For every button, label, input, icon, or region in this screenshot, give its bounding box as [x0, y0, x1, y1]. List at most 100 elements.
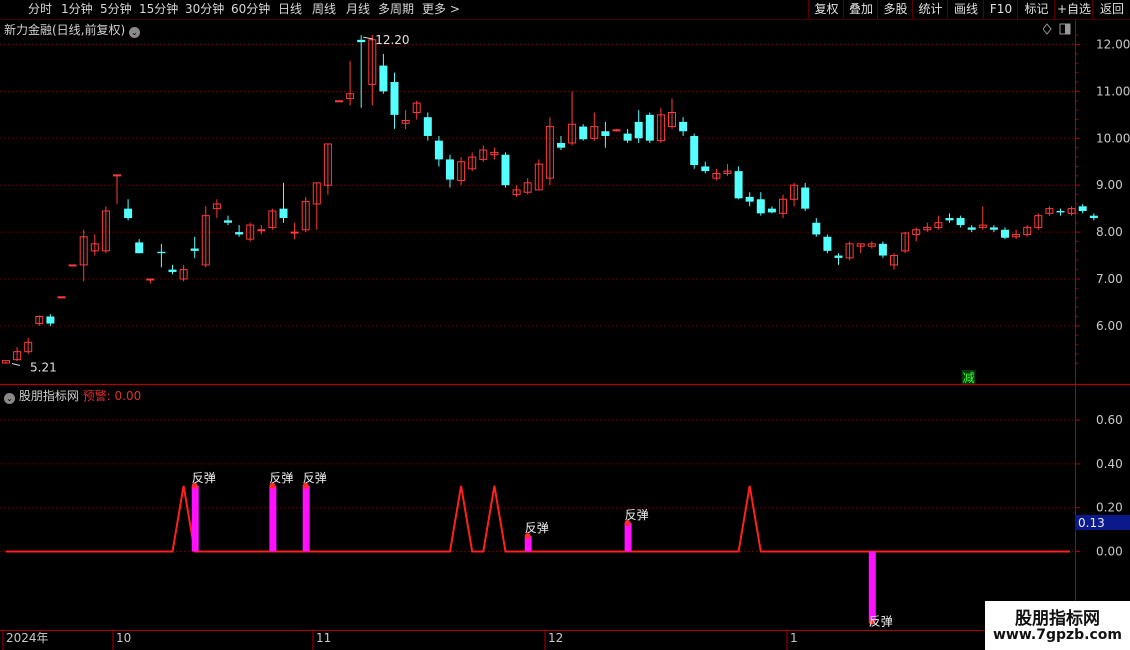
candle	[801, 182, 810, 211]
date-label: 10	[116, 631, 131, 645]
period-tab-9[interactable]: 多周期	[378, 1, 414, 18]
candle-body	[335, 100, 343, 103]
candle-body	[945, 218, 954, 221]
candle-body	[279, 208, 288, 219]
signal-dot	[191, 482, 198, 489]
period-tab-10[interactable]: 更多 >	[422, 1, 460, 18]
candle-body	[923, 226, 932, 231]
candle	[379, 53, 388, 94]
period-tab-8[interactable]: 月线	[346, 1, 370, 18]
signal-label: 反弹	[525, 521, 549, 535]
candle	[68, 264, 77, 267]
candle	[734, 166, 743, 200]
candle	[1056, 208, 1065, 216]
candle-body	[1067, 208, 1076, 214]
candle-body	[490, 151, 499, 156]
candle-body	[357, 39, 366, 43]
candle	[24, 337, 33, 355]
candle	[656, 107, 665, 143]
candle-body	[623, 133, 632, 141]
toolbar-action-4[interactable]: 画线	[947, 0, 984, 19]
candle	[190, 236, 199, 258]
signal-dot	[524, 533, 531, 540]
candle	[113, 174, 121, 204]
period-tab-7[interactable]: 周线	[312, 1, 336, 18]
toolbar-action-5[interactable]: F10	[983, 0, 1018, 19]
candle	[257, 225, 266, 235]
candle-body	[1078, 206, 1087, 211]
period-tab-4[interactable]: 30分钟	[185, 1, 224, 18]
toolbar-action-6[interactable]: 标记	[1017, 0, 1055, 19]
toolbar-action-7[interactable]: +自选	[1054, 0, 1093, 19]
signal-label: 反弹	[269, 471, 293, 485]
candle	[401, 110, 410, 129]
indicator-tick-label: 0.40	[1096, 457, 1123, 471]
chevron-down-icon[interactable]: ⌄	[129, 27, 141, 38]
candle-body	[823, 236, 832, 251]
candle-body	[2, 360, 10, 364]
candle	[867, 241, 876, 249]
candle	[967, 225, 976, 233]
candle-body	[379, 65, 388, 92]
candle	[1012, 229, 1021, 240]
signal-dot	[302, 482, 309, 489]
candle-body	[1056, 210, 1065, 213]
window-toggle-icon[interactable]	[1059, 23, 1071, 35]
candle-body	[734, 171, 743, 199]
period-tab-5[interactable]: 60分钟	[231, 1, 270, 18]
candle-body	[157, 251, 166, 254]
candle-body	[168, 269, 177, 272]
signal-label: 反弹	[625, 508, 649, 522]
candle	[579, 124, 588, 141]
candle-body	[401, 119, 410, 124]
candle-body	[767, 208, 776, 213]
period-tab-2[interactable]: 5分钟	[100, 1, 132, 18]
period-tab-6[interactable]: 日线	[278, 1, 302, 18]
toolbar-action-0[interactable]: 复权	[808, 0, 844, 19]
candle	[179, 264, 188, 282]
price-tick-label: 10.00	[1096, 131, 1130, 145]
candle	[468, 152, 477, 172]
period-tab-0[interactable]: 分时	[28, 1, 52, 18]
candle	[1001, 227, 1009, 240]
period-tab-3[interactable]: 15分钟	[139, 1, 178, 18]
candle	[312, 182, 321, 230]
current-value-text: 0.13	[1078, 516, 1105, 530]
candle	[457, 157, 466, 186]
signal-bar	[868, 551, 876, 622]
signal-dot	[269, 482, 276, 489]
candle-body	[856, 243, 865, 247]
candle-body	[35, 316, 44, 325]
price-tick-label: 12.00	[1096, 38, 1130, 52]
candle-body	[745, 196, 754, 202]
low-arrow	[11, 362, 21, 366]
diamond-icon[interactable]	[1042, 23, 1052, 35]
date-label: 11	[316, 631, 331, 645]
toolbar-action-2[interactable]: 多股	[877, 0, 913, 19]
toolbar-action-8[interactable]: 返回	[1092, 0, 1130, 19]
toolbar-action-1[interactable]: 叠加	[843, 0, 878, 19]
candle-body	[656, 114, 665, 142]
candle	[690, 133, 699, 169]
toolbar-action-3[interactable]: 统计	[912, 0, 948, 19]
toolbar: 分时 1分钟 5分钟 15分钟 30分钟 60分钟 日线 周线 月线 多周期 更多 > 复权 叠加 多股统…	[0, 0, 1130, 20]
candle	[756, 192, 765, 216]
candle-body	[812, 222, 821, 235]
candle-body	[723, 170, 732, 174]
candle	[46, 314, 55, 326]
candle-body	[246, 224, 255, 240]
candle	[668, 98, 676, 129]
period-tab-1[interactable]: 1分钟	[61, 1, 93, 18]
candle	[446, 154, 454, 188]
candle	[623, 128, 632, 143]
signal-label: 反弹	[192, 471, 216, 485]
candle-body	[534, 163, 543, 191]
candle	[512, 185, 521, 197]
signal-label: 反弹	[869, 615, 893, 629]
candle-body	[845, 243, 854, 259]
chevron-down-icon[interactable]: ⌄	[4, 393, 15, 404]
candle-body	[290, 231, 299, 234]
candle-body	[68, 264, 77, 267]
candle	[823, 234, 832, 254]
candle	[978, 206, 987, 230]
